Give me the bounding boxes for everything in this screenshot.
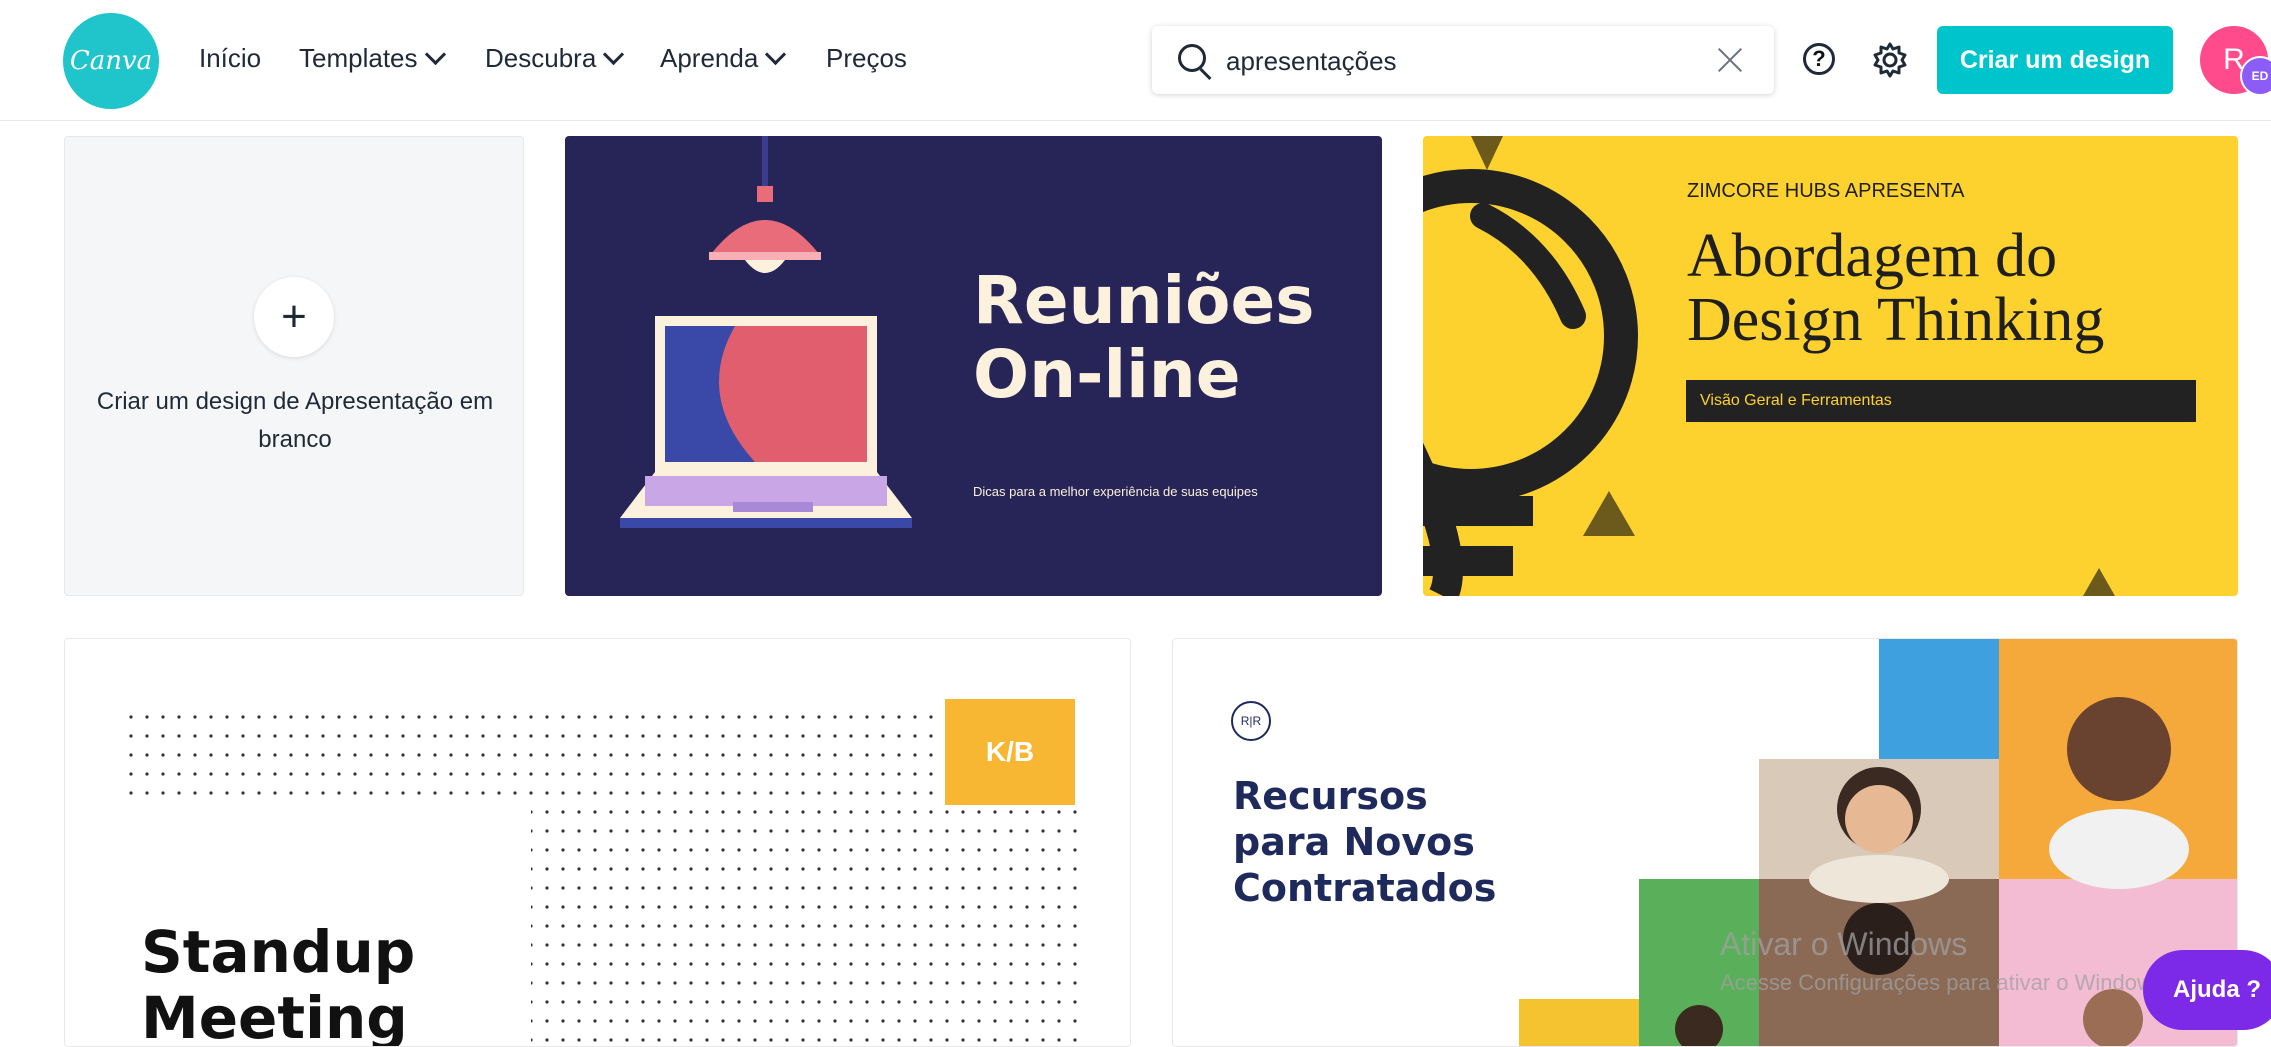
help-icon[interactable]: ? <box>1803 43 1835 75</box>
recursos-title-line1: Recursos <box>1233 774 1428 818</box>
chevron-down-icon <box>765 43 787 66</box>
help-chat-button[interactable]: Ajuda ? <box>2143 950 2271 1030</box>
canva-logo[interactable]: Canva <box>63 13 159 109</box>
top-navigation-bar: Canva Início Templates Descubra Aprenda … <box>0 0 2271 121</box>
create-design-button[interactable]: Criar um design <box>1937 26 2173 94</box>
design-thinking-subtitle: Visão Geral e Ferramentas <box>1700 392 1892 409</box>
recursos-title-line2: para Novos <box>1233 820 1475 864</box>
standup-title-line2: Meeting <box>141 984 408 1047</box>
nav-precos-label: Preços <box>826 43 907 73</box>
design-thinking-title: Abordagem do Design Thinking <box>1687 224 2104 352</box>
design-thinking-title-line2: Design Thinking <box>1687 286 2105 354</box>
design-thinking-subtitle-bar: Visão Geral e Ferramentas <box>1686 380 2196 422</box>
chevron-down-icon <box>424 43 446 66</box>
nav-aprenda-label: Aprenda <box>660 43 759 73</box>
reunioes-subtitle: Dicas para a melhor experiência de suas … <box>973 484 1258 499</box>
template-design-thinking[interactable]: ZIMCORE HUBS APRESENTA Abordagem do Desi… <box>1423 136 2238 596</box>
nav-inicio[interactable]: Início <box>199 43 261 74</box>
chevron-down-icon <box>603 43 625 66</box>
search-bar[interactable] <box>1152 26 1774 94</box>
nav-aprenda[interactable]: Aprenda <box>660 43 787 74</box>
recursos-title: Recursos para Novos Contratados <box>1233 773 1496 911</box>
reunioes-title: Reuniões On-line <box>973 264 1315 412</box>
windows-activation-hint: Acesse Configurações para ativar o Windo… <box>1720 970 2170 995</box>
nav-templates-label: Templates <box>299 43 418 73</box>
design-thinking-eyebrow: ZIMCORE HUBS APRESENTA <box>1687 180 1965 202</box>
template-standup-meeting[interactable]: K/B Standup Meeting <box>64 638 1131 1047</box>
rr-logo: R|R <box>1231 701 1271 741</box>
blank-presentation-card[interactable]: + Criar um design de Apresentação em bra… <box>64 136 524 596</box>
reunioes-title-line1: Reuniões <box>973 262 1315 339</box>
lightbulb-illustration <box>1423 136 2115 596</box>
recursos-title-line3: Contratados <box>1233 866 1497 910</box>
design-thinking-title-line1: Abordagem do <box>1687 222 2058 290</box>
close-icon[interactable] <box>1712 42 1748 78</box>
nav-inicio-label: Início <box>199 43 262 73</box>
standup-title-line1: Standup <box>141 918 416 986</box>
search-input[interactable] <box>1224 44 1708 78</box>
blank-card-label: Criar um design de Apresentação em branc… <box>96 388 494 453</box>
reunioes-title-line2: On-line <box>973 336 1241 413</box>
nav-descubra[interactable]: Descubra <box>485 43 625 74</box>
windows-activation-title: Ativar o Windows <box>1720 926 1968 962</box>
template-reunioes-online[interactable]: Reuniões On-line Dicas para a melhor exp… <box>565 136 1382 596</box>
gear-icon[interactable] <box>1870 40 1910 80</box>
nav-precos[interactable]: Preços <box>826 43 907 74</box>
nav-templates[interactable]: Templates <box>299 43 446 74</box>
search-icon <box>1178 44 1206 72</box>
standup-title: Standup Meeting <box>141 918 416 1047</box>
kb-badge: K/B <box>945 699 1075 805</box>
nav-descubra-label: Descubra <box>485 43 597 73</box>
plus-icon[interactable]: + <box>254 277 334 357</box>
